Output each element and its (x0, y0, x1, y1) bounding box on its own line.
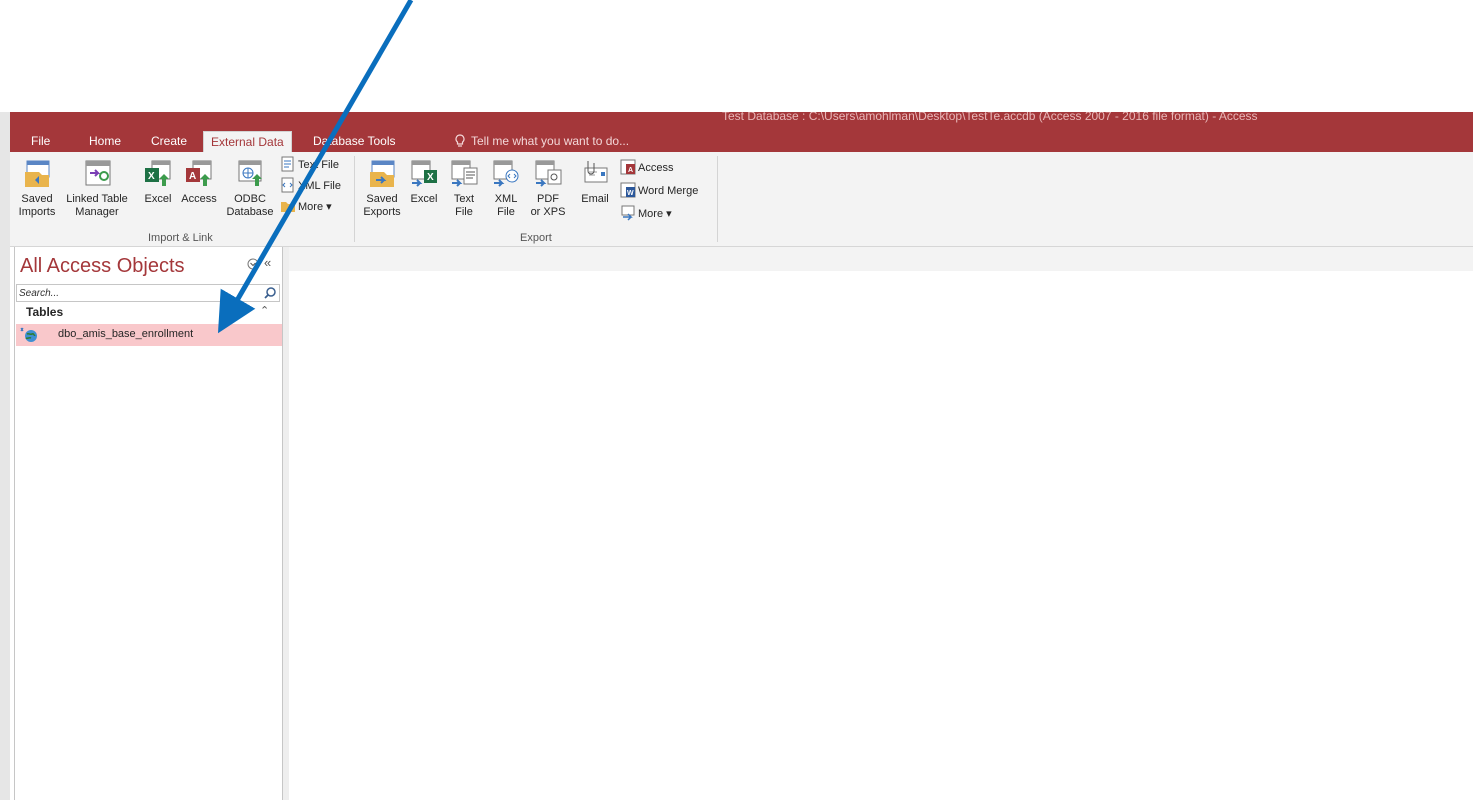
excel-export-icon: X (411, 160, 437, 187)
export-xml-file-button[interactable]: XML File (486, 158, 526, 219)
export-xml-line2: File (497, 206, 515, 218)
group-separator (354, 156, 355, 242)
pdf-xps-export-icon (535, 160, 562, 187)
nav-menu-dropdown-icon[interactable] (247, 258, 259, 270)
import-xml-file-button[interactable]: XML File (280, 177, 341, 194)
svg-text:W: W (627, 190, 634, 197)
tab-database-tools[interactable]: Database Tools (306, 131, 403, 152)
nav-table-item-label: dbo_amis_base_enrollment (58, 328, 194, 340)
export-email-label: Email (581, 193, 609, 205)
import-xml-file-label: XML File (298, 180, 341, 192)
saved-exports-line2: Exports (363, 206, 401, 218)
import-more-label: More (298, 201, 324, 213)
svg-text:X: X (148, 171, 155, 182)
nav-pane-title[interactable]: All Access Objects (20, 255, 185, 278)
excel-import-icon: X (145, 160, 171, 186)
linked-odbc-table-icon (20, 327, 37, 342)
export-excel-button[interactable]: X Excel (404, 158, 444, 206)
export-word-merge-button[interactable]: W Word Merge (620, 182, 698, 199)
email-attachment-icon (584, 161, 608, 183)
export-pdf-xps-button[interactable]: PDF or XPS (526, 158, 570, 219)
odbc-database-button[interactable]: ODBC Database (222, 158, 278, 219)
window-title: Test Database : C:\Users\amohlman\Deskto… (722, 112, 1258, 123)
linked-table-manager-line2: Manager (75, 206, 119, 218)
lightbulb-icon (455, 134, 465, 147)
nav-collapse-button[interactable]: « (264, 255, 271, 270)
nav-pane-splitter[interactable] (282, 247, 289, 800)
export-text-line1: Text (453, 193, 475, 205)
import-text-file-label: Text File (298, 159, 339, 171)
group-separator (717, 156, 718, 242)
svg-text:A: A (628, 167, 633, 174)
nav-pane-border (14, 247, 15, 800)
chevron-up-icon[interactable]: ⌃ (260, 304, 269, 317)
svg-text:X: X (427, 172, 434, 183)
import-excel-label: Excel (144, 193, 172, 205)
export-access-button[interactable]: A Access (620, 159, 673, 176)
export-email-button[interactable]: Email (576, 158, 614, 206)
nav-table-item[interactable]: dbo_amis_base_enrollment (16, 324, 282, 346)
word-merge-icon: W (620, 182, 636, 198)
saved-imports-button[interactable]: Saved Imports (10, 158, 64, 219)
saved-imports-line2: Imports (18, 206, 56, 218)
saved-imports-icon (25, 160, 50, 187)
odbc-line2: Database (226, 206, 274, 218)
chevron-down-icon: ▾ (666, 208, 672, 220)
export-more-button[interactable]: More ▾ (620, 205, 672, 222)
import-more-button[interactable]: More ▾ (280, 198, 332, 215)
quick-access-toolbar[interactable] (32, 112, 152, 118)
tell-me-text: Tell me what you want to do... (471, 134, 630, 148)
linked-table-manager-button[interactable]: Linked Table Manager (62, 158, 132, 219)
tell-me-box[interactable]: Tell me what you want to do... (455, 131, 629, 152)
nav-search-box (16, 284, 280, 302)
document-area (289, 247, 1473, 800)
import-access-button[interactable]: A Access (176, 158, 222, 206)
saved-imports-line1: Saved (21, 193, 53, 205)
search-icon[interactable] (263, 286, 277, 300)
access-export-icon: A (620, 159, 636, 175)
tab-external-data[interactable]: External Data (203, 131, 292, 153)
tab-home[interactable]: Home (82, 131, 128, 152)
export-text-line2: File (455, 206, 473, 218)
import-link-group-label: Import & Link (148, 232, 213, 244)
more-export-icon (621, 205, 635, 221)
chevron-down-icon: ▾ (326, 201, 332, 213)
tables-group-label: Tables (26, 305, 64, 319)
xml-file-icon (281, 177, 294, 193)
nav-search-input[interactable] (19, 286, 259, 300)
export-excel-label: Excel (410, 193, 438, 205)
export-text-file-button[interactable]: Text File (444, 158, 484, 219)
odbc-line1: ODBC (234, 193, 266, 205)
import-excel-button[interactable]: X Excel (138, 158, 178, 206)
export-pdf-line1: PDF (537, 193, 559, 205)
linked-table-manager-icon (85, 160, 111, 186)
text-file-export-icon (451, 160, 478, 187)
tab-file[interactable]: File (24, 131, 57, 152)
export-access-label: Access (638, 162, 674, 174)
saved-exports-icon (370, 160, 395, 187)
export-group-label: Export (520, 232, 552, 244)
linked-table-manager-line1: Linked Table (66, 193, 128, 205)
import-text-file-button[interactable]: Text File (280, 156, 339, 173)
odbc-database-icon (238, 160, 262, 186)
export-pdf-line2: or XPS (530, 206, 566, 218)
saved-exports-line1: Saved (366, 193, 398, 205)
more-folder-icon (281, 202, 295, 212)
tables-group-header[interactable]: Tables ⌃ (16, 304, 280, 322)
saved-exports-button[interactable]: Saved Exports (358, 158, 406, 219)
ribbon-tab-bar: File Home Create External Data Database … (10, 128, 1473, 153)
text-file-icon (281, 156, 294, 172)
ribbon: Saved Imports Linked Table Manager X Exc… (10, 152, 1473, 247)
export-more-label: More (638, 208, 664, 220)
tab-create[interactable]: Create (144, 131, 194, 152)
export-xml-line1: XML (494, 193, 518, 205)
import-access-label: Access (181, 193, 217, 205)
export-word-merge-label: Word Merge (638, 185, 699, 197)
svg-text:A: A (189, 171, 196, 182)
document-tab-strip (289, 247, 1473, 271)
xml-file-export-icon (493, 160, 519, 187)
title-bar: Test Database : C:\Users\amohlman\Deskto… (10, 112, 1473, 128)
access-import-icon: A (186, 160, 212, 186)
